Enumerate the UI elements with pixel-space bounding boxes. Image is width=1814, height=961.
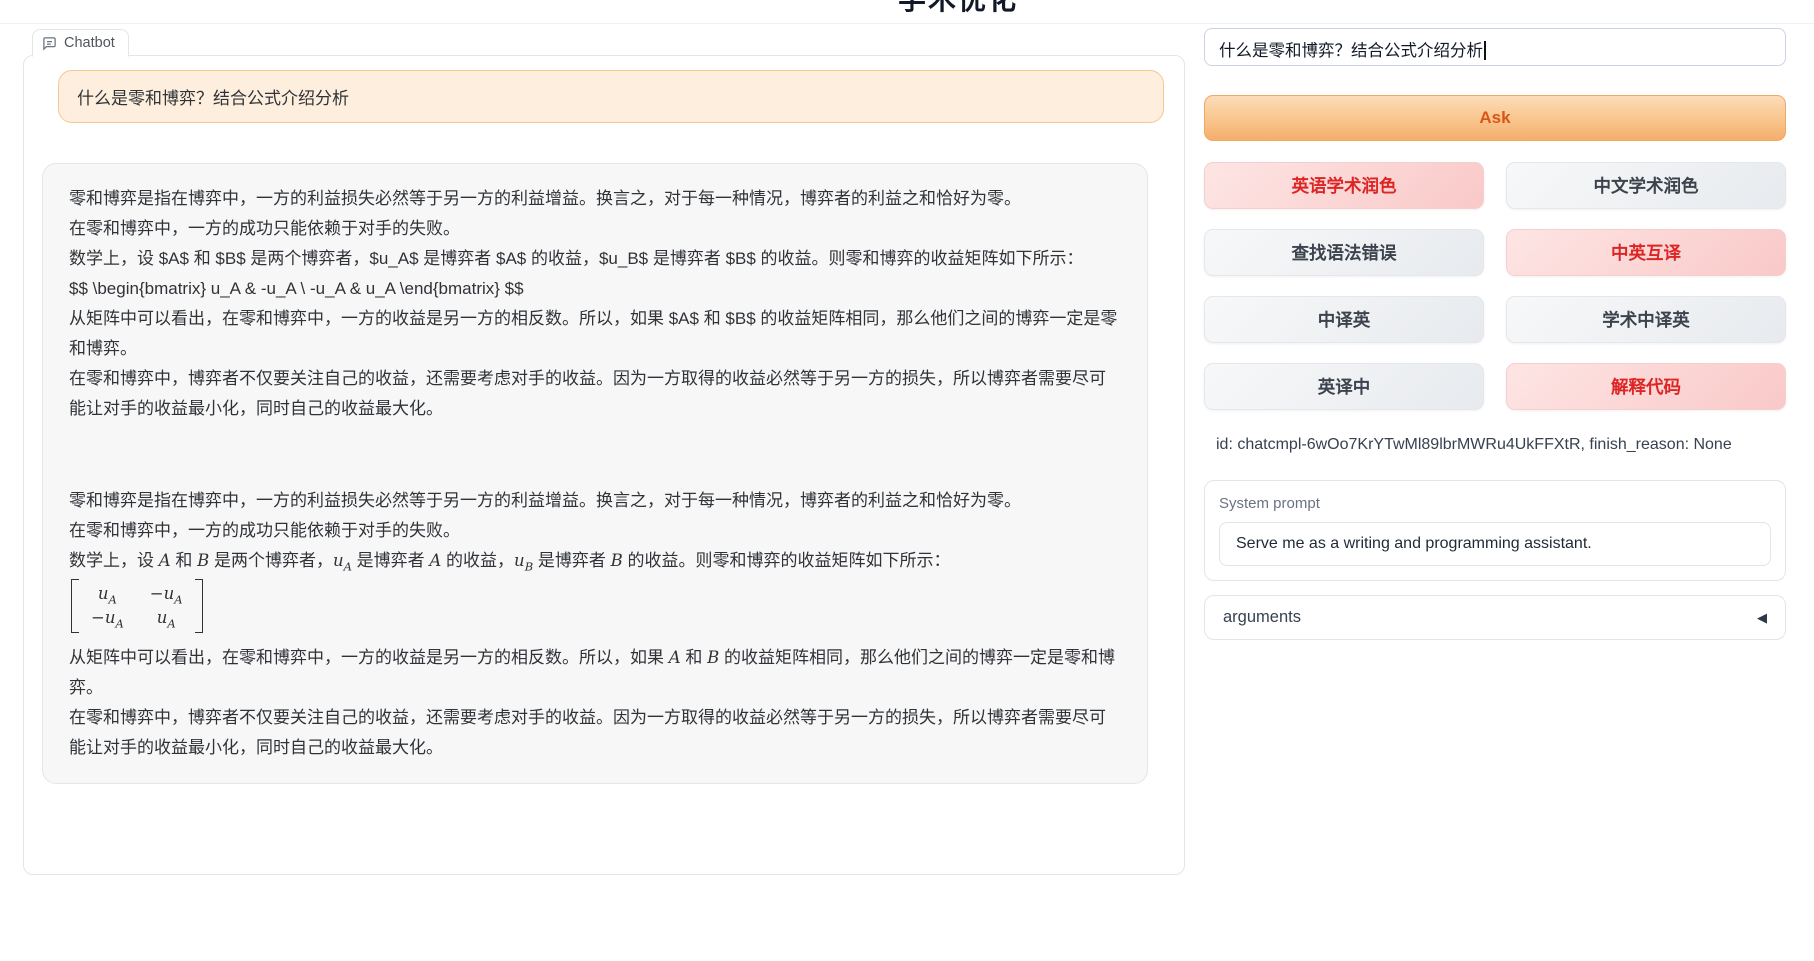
quick-buttons-grid: 英语学术润色中文学术润色查找语法错误中英互译中译英学术中译英英译中解释代码 (1204, 162, 1786, 410)
quick-button-1[interactable]: 英语学术润色 (1204, 162, 1484, 209)
matrix-cell: uA (150, 606, 183, 630)
chatbot-tab: Chatbot (32, 29, 129, 57)
quick-button-4[interactable]: 中英互译 (1506, 229, 1786, 276)
payoff-matrix: uA−uA−uAuA (71, 579, 203, 633)
bot-raw-text: 零和博弈是指在博弈中，一方的利益损失必然等于另一方的利益增益。换言之，对于每一种… (69, 184, 1121, 424)
quick-button-3[interactable]: 查找语法错误 (1204, 229, 1484, 276)
message-gap (69, 424, 1121, 486)
quick-button-2[interactable]: 中文学术润色 (1506, 162, 1786, 209)
matrix-grid: uA−uA−uAuA (79, 579, 195, 633)
accordion-label: arguments (1223, 608, 1301, 627)
matrix-paragraph: uA−uA−uAuA (69, 576, 1121, 643)
bot-raw-paragraph: 在零和博弈中，博弈者不仅要关注自己的收益，还需要考虑对手的收益。因为一方取得的收… (69, 364, 1121, 424)
chat-bubble-icon (42, 36, 57, 51)
matrix-cell: uA (91, 582, 124, 606)
accordion-collapse-icon: ◀ (1757, 610, 1767, 626)
chatbot-tab-label: Chatbot (64, 35, 115, 51)
bot-raw-paragraph: 数学上，设 $A$ 和 $B$ 是两个博弈者，$u_A$ 是博弈者 $A$ 的收… (69, 244, 1121, 274)
quick-button-5[interactable]: 中译英 (1204, 296, 1484, 343)
rendered-paragraph-5: 在零和博弈中，博弈者不仅要关注自己的收益，还需要考虑对手的收益。因为一方取得的收… (69, 703, 1121, 763)
rendered-paragraph-1b: 在零和博弈中，一方的成功只能依赖于对手的失败。 (69, 516, 1121, 546)
ask-button[interactable]: Ask (1204, 95, 1786, 141)
text-caret (1484, 41, 1486, 60)
bot-raw-paragraph: $$ \begin{bmatrix} u_A & -u_A \ -u_A & u… (69, 274, 1121, 304)
matrix-cell: −uA (150, 582, 183, 606)
bot-raw-paragraph: 从矩阵中可以看出，在零和博弈中，一方的收益是另一方的相反数。所以，如果 $A$ … (69, 304, 1121, 364)
rendered-paragraph-2: 数学上，设 A 和 B 是两个博弈者，uA 是博弈者 A 的收益，uB 是博弈者… (69, 546, 1121, 576)
bot-raw-paragraph: 在零和博弈中，一方的成功只能依赖于对手的失败。 (69, 214, 1121, 244)
arguments-accordion[interactable]: arguments ◀ (1204, 595, 1786, 640)
matrix-right-bracket (195, 579, 203, 633)
matrix-left-bracket (71, 579, 79, 633)
quick-button-6[interactable]: 学术中译英 (1506, 296, 1786, 343)
status-line: id: chatcmpl-6wOo7KrYTwMl89lbrMWRu4UkFFX… (1204, 436, 1786, 454)
rendered-paragraph-4: 从矩阵中可以看出，在零和博弈中，一方的收益是另一方的相反数。所以，如果 A 和 … (69, 643, 1121, 703)
quick-button-7[interactable]: 英译中 (1204, 363, 1484, 410)
bot-message-bubble: 零和博弈是指在博弈中，一方的利益损失必然等于另一方的利益增益。换言之，对于每一种… (42, 163, 1148, 784)
system-prompt-input[interactable]: Serve me as a writing and programming as… (1219, 522, 1771, 566)
rendered-paragraph-1: 零和博弈是指在博弈中，一方的利益损失必然等于另一方的利益增益。换言之，对于每一种… (69, 486, 1121, 516)
header-divider (0, 23, 1814, 24)
matrix-cell: −uA (91, 606, 124, 630)
clipped-page-title: 学术优化 (898, 0, 1018, 18)
prompt-input-value: 什么是零和博弈？结合公式介绍分析 (1219, 42, 1483, 60)
bot-raw-paragraph: 零和博弈是指在博弈中，一方的利益损失必然等于另一方的利益增益。换言之，对于每一种… (69, 184, 1121, 214)
user-message-bubble: 什么是零和博弈？结合公式介绍分析 (58, 70, 1164, 123)
bot-rendered-text: 零和博弈是指在博弈中，一方的利益损失必然等于另一方的利益增益。换言之，对于每一种… (69, 486, 1121, 763)
prompt-input[interactable]: 什么是零和博弈？结合公式介绍分析 (1204, 28, 1786, 66)
system-prompt-box: System prompt Serve me as a writing and … (1204, 480, 1786, 581)
system-prompt-label: System prompt (1219, 495, 1771, 512)
chat-message-list: 什么是零和博弈？结合公式介绍分析 零和博弈是指在博弈中，一方的利益损失必然等于另… (24, 56, 1184, 790)
control-panel: 什么是零和博弈？结合公式介绍分析 Ask 英语学术润色中文学术润色查找语法错误中… (1204, 28, 1786, 640)
chatbot-panel: Chatbot 什么是零和博弈？结合公式介绍分析 零和博弈是指在博弈中，一方的利… (23, 55, 1185, 875)
user-message-text: 什么是零和博弈？结合公式介绍分析 (77, 89, 349, 108)
quick-button-8[interactable]: 解释代码 (1506, 363, 1786, 410)
